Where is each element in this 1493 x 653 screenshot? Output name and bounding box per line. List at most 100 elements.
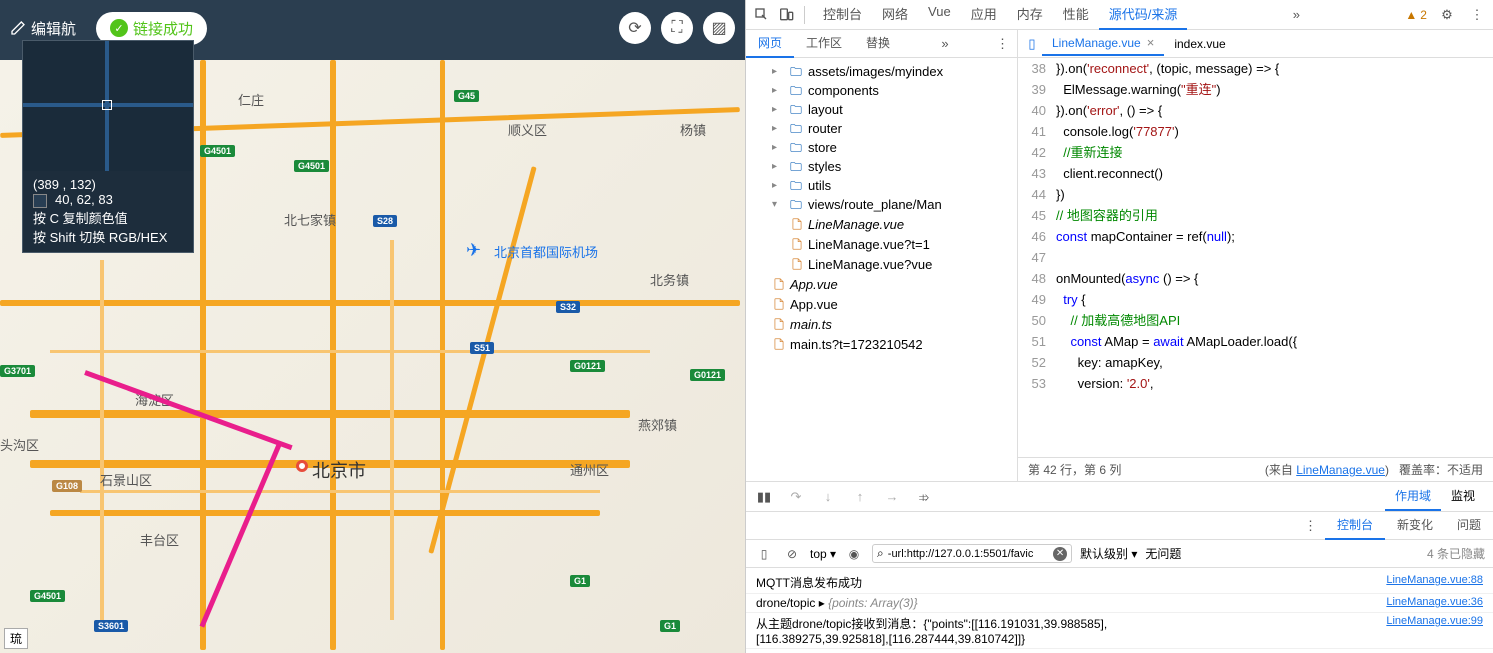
console-row[interactable]: 从主题drone/topic接收到消息：{"points":[[116.1910… xyxy=(746,613,1493,649)
tree-item[interactable]: ▸components xyxy=(746,81,1017,100)
close-icon[interactable]: × xyxy=(1147,35,1155,50)
step-into-icon[interactable]: ↓ xyxy=(818,487,838,507)
lbl-airport: 北京首都国际机场 xyxy=(494,242,598,261)
tree-item[interactable]: App.vue xyxy=(746,294,1017,314)
code-line[interactable]: 43 client.reconnect() xyxy=(1018,163,1493,184)
tab-性能[interactable]: 性能 xyxy=(1053,0,1099,30)
edit-route-button[interactable]: 编辑航 xyxy=(10,18,76,39)
tab-watch[interactable]: 监视 xyxy=(1441,482,1485,511)
hw-g0121: G0121 xyxy=(570,360,605,372)
editor-tabs: ▯ LineManage.vue×index.vue xyxy=(1018,30,1493,58)
status-file-link[interactable]: LineManage.vue xyxy=(1296,463,1385,477)
toggle-sidebar-icon[interactable]: ▯ xyxy=(754,544,774,564)
tree-item[interactable]: App.vue xyxy=(746,274,1017,294)
debugger-bar: ▮▮ ↷ ↓ ↑ → ⤃ 作用域 监视 xyxy=(746,482,1493,512)
sources-tab-工作区[interactable]: 工作区 xyxy=(794,30,854,58)
console-source-link[interactable]: LineManage.vue:88 xyxy=(1386,574,1483,591)
sources-tab-替换[interactable]: 替换 xyxy=(854,30,902,58)
code-line[interactable]: 50 // 加载高德地图API xyxy=(1018,310,1493,331)
console-source-link[interactable]: LineManage.vue:99 xyxy=(1386,615,1483,646)
step-out-icon[interactable]: ↑ xyxy=(850,487,870,507)
pause-icon[interactable]: ▮▮ xyxy=(754,487,774,507)
filter-input[interactable]: ⌕ ✕ xyxy=(872,544,1072,563)
tree-item[interactable]: ▸store xyxy=(746,138,1017,157)
tree-item[interactable]: ▸layout xyxy=(746,100,1017,119)
tree-item[interactable]: LineManage.vue?t=1 xyxy=(746,234,1017,254)
code-line[interactable]: 51 const AMap = await AMapLoader.load({ xyxy=(1018,331,1493,352)
editor-tab[interactable]: index.vue xyxy=(1164,31,1235,56)
tab-源代码/来源[interactable]: 源代码/来源 xyxy=(1099,0,1188,30)
console-tab-新变化[interactable]: 新变化 xyxy=(1385,511,1445,540)
device-icon[interactable] xyxy=(776,5,796,25)
hidden-label[interactable]: 4 条已隐藏 xyxy=(1427,545,1485,562)
nav-more-icon[interactable]: » xyxy=(933,36,956,51)
step-icon[interactable]: → xyxy=(882,487,902,507)
sources-tab-网页[interactable]: 网页 xyxy=(746,30,794,58)
code-area[interactable]: 38}).on('reconnect', (topic, message) =>… xyxy=(1018,58,1493,457)
filter-field[interactable] xyxy=(888,548,1049,560)
code-line[interactable]: 41 console.log('77877') xyxy=(1018,121,1493,142)
step-over-icon[interactable]: ↷ xyxy=(786,487,806,507)
clear-console-icon[interactable]: ⊘ xyxy=(782,544,802,564)
tab-scope[interactable]: 作用域 xyxy=(1385,482,1441,511)
file-tree[interactable]: ▸assets/images/myindex▸components▸layout… xyxy=(746,58,1017,481)
fullscreen-button[interactable]: ⛶ xyxy=(661,12,693,44)
cursor-pos: 第 42 行，第 6 列 xyxy=(1028,461,1121,478)
code-line[interactable]: 48onMounted(async () => { xyxy=(1018,268,1493,289)
hw-s28: S28 xyxy=(373,215,397,227)
refresh-button[interactable]: ⟳ xyxy=(619,12,651,44)
code-line[interactable]: 47 xyxy=(1018,247,1493,268)
code-line[interactable]: 46const mapContainer = ref(null); xyxy=(1018,226,1493,247)
tabs-more-icon[interactable]: » xyxy=(1285,7,1308,22)
console-output[interactable]: MQTT消息发布成功LineManage.vue:88drone/topic ▸… xyxy=(746,568,1493,653)
console-tab-问题[interactable]: 问题 xyxy=(1445,511,1493,540)
inspector-shift-hint: 按 Shift 切换 RGB/HEX xyxy=(33,227,183,246)
console-tab-控制台[interactable]: 控制台 xyxy=(1325,511,1385,540)
inspect-icon[interactable] xyxy=(752,5,772,25)
gear-icon[interactable]: ⚙ xyxy=(1437,5,1457,25)
code-line[interactable]: 53 version: '2.0', xyxy=(1018,373,1493,394)
eye-icon[interactable]: ◉ xyxy=(844,544,864,564)
console-row[interactable]: drone/topic ▸ {points: Array(3)}LineMana… xyxy=(746,594,1493,613)
code-line[interactable]: 40}).on('error', () => { xyxy=(1018,100,1493,121)
code-line[interactable]: 52 key: amapKey, xyxy=(1018,352,1493,373)
tab-Vue[interactable]: Vue xyxy=(918,0,961,30)
lbl-shunyi: 顺义区 xyxy=(508,120,547,139)
code-line[interactable]: 44}) xyxy=(1018,184,1493,205)
lbl-yanjiao: 燕郊镇 xyxy=(638,415,677,434)
code-line[interactable]: 42 //重新连接 xyxy=(1018,142,1493,163)
tree-item[interactable]: ▸styles xyxy=(746,157,1017,176)
code-line[interactable]: 39 ElMessage.warning("重连") xyxy=(1018,79,1493,100)
level-selector[interactable]: 默认级别 ▾ xyxy=(1080,545,1137,562)
console-row[interactable]: MQTT消息发布成功LineManage.vue:88 xyxy=(746,572,1493,594)
code-line[interactable]: 38}).on('reconnect', (topic, message) =>… xyxy=(1018,58,1493,79)
tree-item[interactable]: ▸router xyxy=(746,119,1017,138)
code-line[interactable]: 49 try { xyxy=(1018,289,1493,310)
nav-kebab-icon[interactable]: ⋮ xyxy=(988,36,1017,52)
tree-item[interactable]: ▾views/route_plane/Man xyxy=(746,195,1017,214)
tab-内存[interactable]: 内存 xyxy=(1007,0,1053,30)
console-kebab[interactable]: ⋮ xyxy=(1296,518,1325,534)
tree-item[interactable]: LineManage.vue?vue xyxy=(746,254,1017,274)
image-button[interactable]: ▨ xyxy=(703,12,735,44)
kebab-icon[interactable]: ⋮ xyxy=(1467,5,1487,25)
map-panel: 编辑航 ✓ 链接成功 ⟳ ⛶ ▨ (389 , 132) 40, 62, 83 … xyxy=(0,0,745,653)
editor-tab[interactable]: LineManage.vue× xyxy=(1042,31,1164,56)
warning-badge[interactable]: ▲ 2 xyxy=(1405,8,1427,22)
code-line[interactable]: 45// 地图容器的引用 xyxy=(1018,205,1493,226)
clear-filter-icon[interactable]: ✕ xyxy=(1053,547,1067,561)
tab-应用[interactable]: 应用 xyxy=(961,0,1007,30)
deactivate-bp-icon[interactable]: ⤃ xyxy=(914,487,934,507)
tree-item[interactable]: main.ts xyxy=(746,314,1017,334)
tab-控制台[interactable]: 控制台 xyxy=(813,0,872,30)
filter-icon: ⌕ xyxy=(877,546,884,561)
tree-item[interactable]: main.ts?t=1723210542 xyxy=(746,334,1017,354)
tree-item[interactable]: LineManage.vue xyxy=(746,214,1017,234)
console-source-link[interactable]: LineManage.vue:36 xyxy=(1386,596,1483,610)
context-selector[interactable]: top ▾ xyxy=(810,547,836,561)
devtools-toolbar: 控制台网络Vue应用内存性能源代码/来源 » ▲ 2 ⚙ ⋮ xyxy=(746,0,1493,30)
tab-网络[interactable]: 网络 xyxy=(872,0,918,30)
tree-item[interactable]: ▸utils xyxy=(746,176,1017,195)
tree-item[interactable]: ▸assets/images/myindex xyxy=(746,62,1017,81)
hw-g1-2: G1 xyxy=(660,620,680,632)
